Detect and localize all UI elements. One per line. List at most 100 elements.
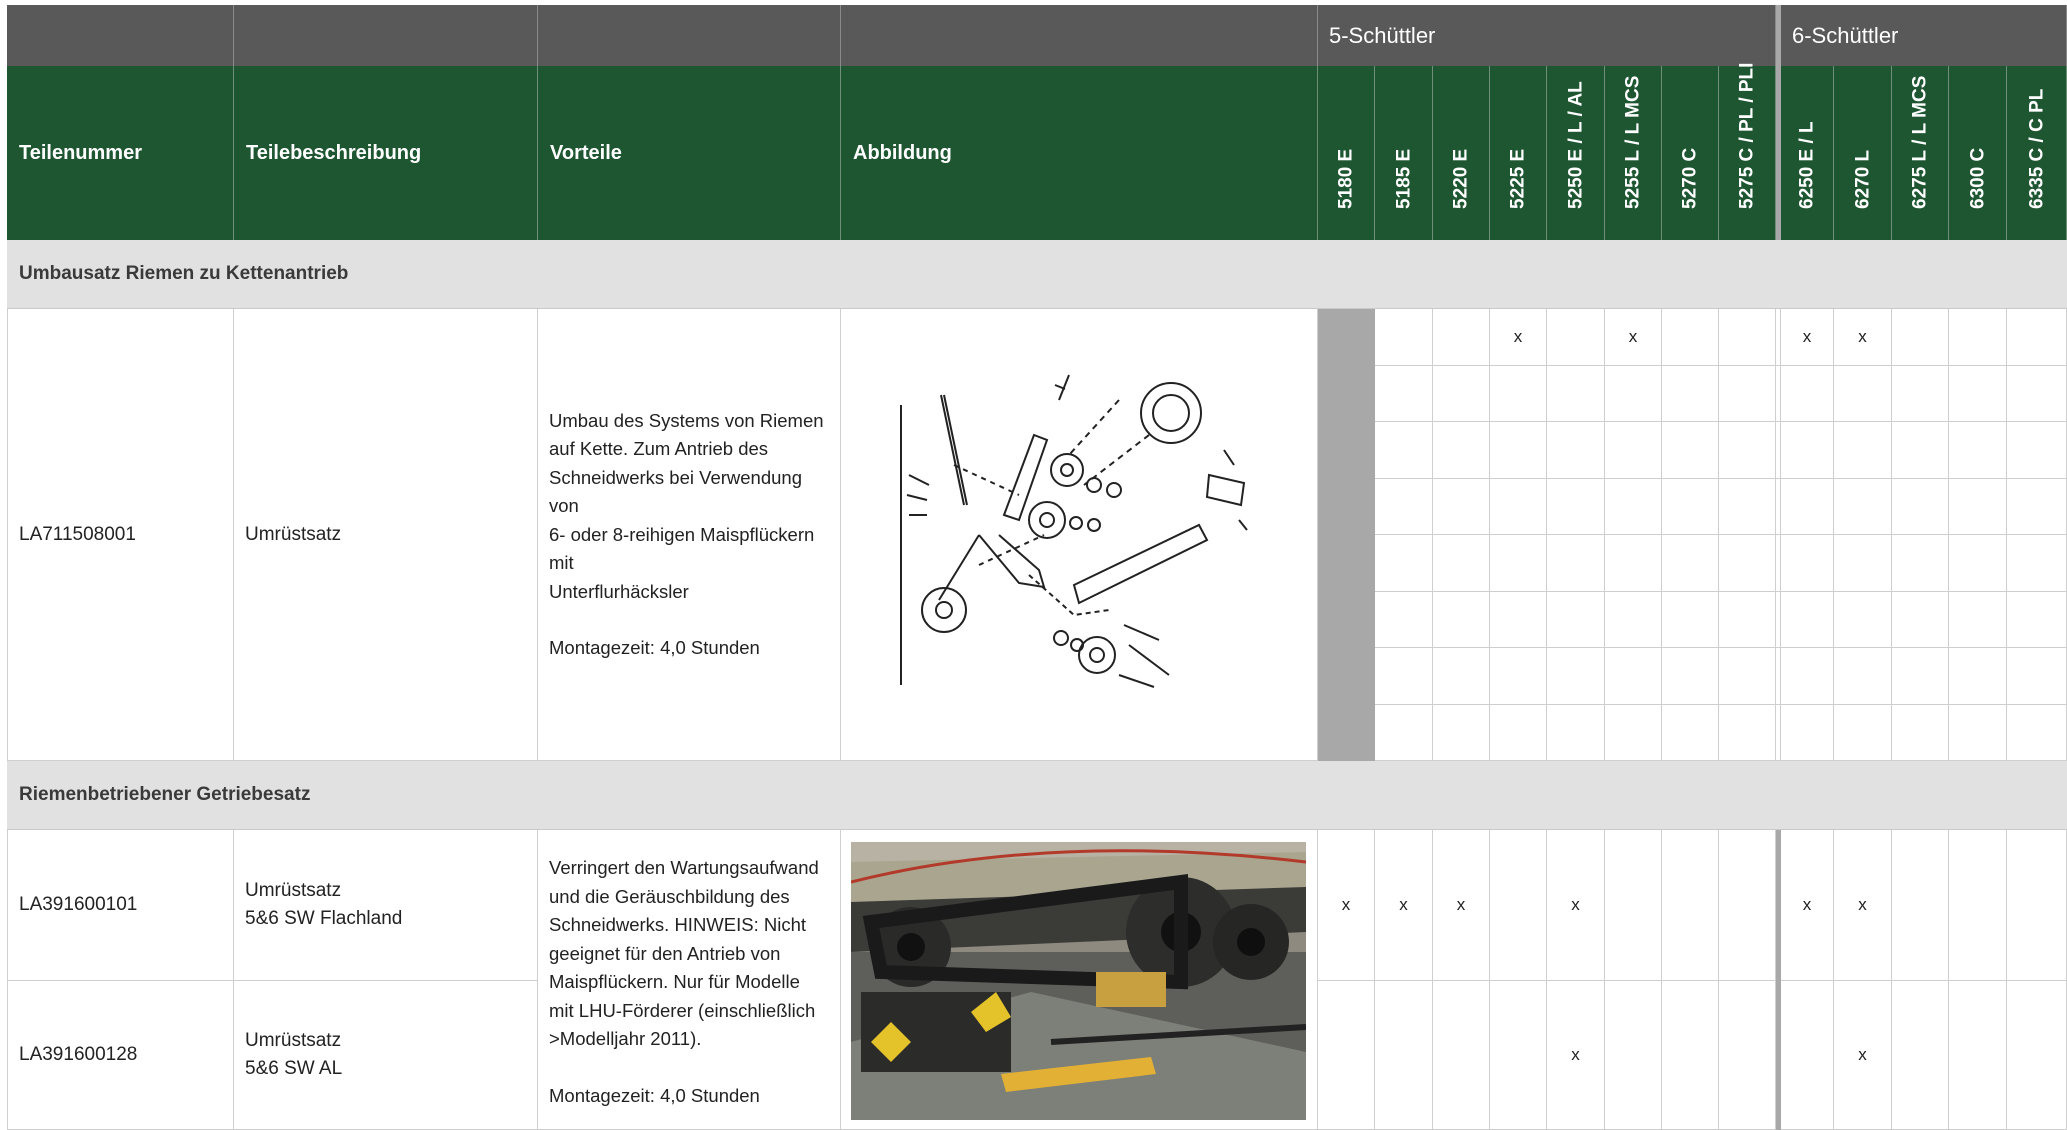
model-header-6300c: 6300 C — [1949, 66, 2007, 240]
section-title: Riemenbetriebener Getriebesatz — [19, 784, 311, 805]
model-header-5250: 5250 E / L / AL — [1547, 66, 1605, 240]
column-header-image: Abbildung — [841, 66, 1318, 240]
model-header-5225e: 5225 E — [1490, 66, 1547, 240]
mark-cell — [1949, 309, 2007, 366]
group-separator — [1318, 309, 1375, 761]
mark-cell — [1375, 981, 1433, 1130]
model-label: 5225 E — [1507, 148, 1529, 209]
chain-drive-exploded-drawing-icon — [900, 374, 1248, 688]
mark-cell: x — [1605, 309, 1662, 366]
model-label: 6250 E / L — [1796, 121, 1818, 209]
group-header-6-schuettler: 6-Schüttler — [1781, 5, 2067, 66]
mark-cell: x — [1490, 309, 1547, 366]
model-header-5255: 5255 L / L MCS — [1605, 66, 1662, 240]
image-cell — [841, 309, 1318, 761]
description-line: Umrüstsatz — [245, 1030, 342, 1051]
mark-cell — [1662, 309, 1719, 366]
benefits-text: Umbau des Systems von Riemen auf Kette. … — [538, 407, 840, 663]
mark-cell — [1719, 830, 1776, 981]
assembly-time: Montagezeit: 4,0 Stunden — [549, 1084, 760, 1106]
part-number-cell: LA391600101 — [7, 830, 234, 981]
mark-cell: x — [1781, 309, 1834, 366]
column-label-part-number: Teilenummer — [19, 141, 142, 164]
mark-cell: x — [1547, 981, 1605, 1130]
mark-cell: x — [1318, 830, 1375, 981]
row3-model-grid: x x — [1318, 981, 2067, 1130]
mark-cell: x — [1375, 830, 1433, 981]
mark-cell: x — [1547, 830, 1605, 981]
image-cell — [841, 830, 1318, 1130]
model-label: 6270 L — [1852, 149, 1873, 209]
description-cell: Umrüstsatz 5&6 SW AL — [234, 981, 538, 1130]
mark-cell — [1490, 981, 1547, 1130]
model-header-6335: 6335 C / C PL — [2007, 66, 2067, 240]
header-group-row-blank-2 — [234, 5, 538, 66]
model-header-5185e: 5185 E — [1375, 66, 1433, 240]
model-header-6250: 6250 E / L — [1781, 66, 1834, 240]
mark-cell — [1719, 981, 1776, 1130]
part-number: LA711508001 — [19, 523, 136, 545]
mark-cell — [1318, 981, 1375, 1130]
model-header-5275: 5275 C / PL / PLI — [1719, 62, 1776, 240]
assembly-time: Montagezeit: 4,0 Stunden — [549, 637, 760, 658]
benefits-line: geeignet für den Antrieb von — [549, 942, 781, 964]
mark-cell: x — [1834, 830, 1892, 981]
row1-model-grid: x x x x — [1318, 309, 2067, 761]
header-group-row-blank-4 — [841, 5, 1318, 66]
mark-cell — [1949, 830, 2007, 981]
mark-cell — [1605, 981, 1662, 1130]
mark-cell — [1490, 830, 1547, 981]
model-label: 5275 C / PL / PLI — [1736, 62, 1758, 209]
section-header-belt-to-chain: Umbausatz Riemen zu Kettenantrieb — [7, 240, 2067, 309]
group-label-6: 6-Schüttler — [1792, 22, 1899, 48]
mark-cell — [1433, 981, 1490, 1130]
benefits-line: Unterflurhäcksler — [549, 580, 689, 602]
benefits-line: >Modelljahr 2011). — [549, 1028, 702, 1049]
column-label-description: Teilebeschreibung — [246, 141, 422, 164]
model-label: 6275 L / L MCS — [1909, 75, 1931, 209]
mark-cell: x — [1834, 981, 1892, 1130]
mark-cell: x — [1433, 830, 1490, 981]
model-label: 5180 E — [1335, 148, 1357, 209]
benefits-line: Umbau des Systems von Riemen — [549, 409, 824, 431]
model-label: 6335 C / C PL — [2026, 88, 2047, 209]
benefits-cell: Umbau des Systems von Riemen auf Kette. … — [538, 309, 841, 761]
benefits-line: mit LHU-Förderer (einschließlich — [549, 999, 816, 1021]
mark-cell — [1892, 309, 1949, 366]
part-description: Umrüstsatz 5&6 SW AL — [245, 1027, 342, 1083]
model-label: 5185 E — [1393, 148, 1414, 209]
part-number-cell: LA391600128 — [7, 981, 234, 1130]
mark-cell — [2007, 981, 2067, 1130]
model-header-5220e: 5220 E — [1433, 66, 1490, 240]
part-description: Umrüstsatz 5&6 SW Flachland — [245, 877, 402, 933]
description-line: Umrüstsatz — [245, 880, 342, 901]
header-group-row-blank-1 — [7, 5, 234, 66]
mark-cell: x — [1781, 830, 1834, 981]
mark-cell — [1547, 309, 1605, 366]
benefits-line: auf Kette. Zum Antrieb des — [549, 438, 769, 459]
section-header-belt-gearbox: Riemenbetriebener Getriebesatz — [7, 761, 2067, 830]
header-group-row-blank-3 — [538, 5, 841, 66]
mark-cell — [1781, 981, 1834, 1130]
column-header-part-number: Teilenummer — [7, 66, 234, 240]
group-label-5: 5-Schüttler — [1329, 22, 1436, 48]
mark-cell — [1892, 981, 1949, 1130]
benefits-text: Verringert den Wartungsaufwand und die G… — [538, 854, 829, 1110]
section-title: Umbausatz Riemen zu Kettenantrieb — [19, 263, 349, 284]
benefits-line: Verringert den Wartungsaufwand — [549, 857, 819, 878]
mark-cell — [1719, 309, 1776, 366]
description-cell: Umrüstsatz 5&6 SW Flachland — [234, 830, 538, 981]
description-cell: Umrüstsatz — [234, 309, 538, 761]
row2-model-grid: x x x x x x — [1318, 830, 2067, 981]
column-header-description: Teilebeschreibung — [234, 66, 538, 240]
mark-cell — [1949, 981, 2007, 1130]
part-number: LA391600128 — [19, 1044, 138, 1065]
model-label: 5220 E — [1450, 148, 1472, 209]
gearbox-photo-icon — [851, 842, 1306, 1120]
mark-cell — [2007, 830, 2067, 981]
mark-cell — [1662, 830, 1719, 981]
description-line: 5&6 SW Flachland — [245, 908, 403, 929]
part-number: LA391600101 — [19, 894, 138, 915]
part-number-cell: LA711508001 — [7, 309, 234, 761]
model-label: 5270 C — [1679, 147, 1701, 209]
